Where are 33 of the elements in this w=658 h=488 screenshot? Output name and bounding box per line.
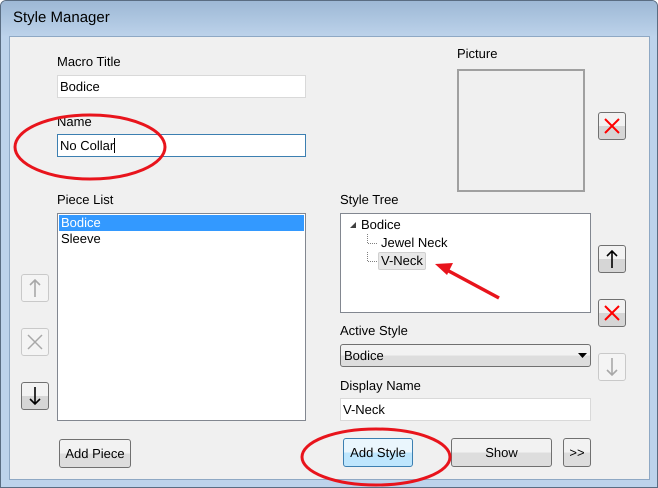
push-button[interactable]: >> [563,438,591,467]
up-arrow-icon [606,249,618,269]
text-field[interactable]: Bodice [57,75,306,98]
text-field[interactable]: No Collar [57,134,306,157]
field-label: Style Tree [340,192,400,208]
down-arrow-icon [606,357,618,377]
move-up-button[interactable] [598,245,626,273]
delete-icon [603,117,621,135]
text-field[interactable]: V-Neck [340,398,591,421]
tree-item[interactable]: V-Neck [378,252,426,270]
dropdown[interactable]: Bodice [340,344,591,367]
field-label: Piece List [57,192,114,208]
delete-icon [603,304,621,322]
down-arrow-icon [29,386,41,406]
field-label: Picture [457,46,498,62]
expanded-triangle-icon[interactable] [349,221,357,229]
field-label: Display Name [340,378,422,394]
list-item[interactable]: Sleeve [59,231,304,247]
clear-picture-button[interactable] [598,112,626,140]
field-label: Macro Title [57,54,122,70]
window-title: Style Manager [13,8,110,28]
move-down-button[interactable] [21,382,49,410]
dropdown-caret-icon [578,353,587,358]
tree-item[interactable]: Bodice [358,216,404,234]
delete-button[interactable] [598,299,626,327]
annotation-arrow [435,263,500,300]
push-button[interactable]: Add Piece [59,439,131,468]
push-button[interactable]: Add Style [343,438,413,467]
tree-item[interactable]: Jewel Neck [378,234,450,252]
field-label: Active Style [340,323,409,339]
up-arrow-icon [29,278,41,298]
delete-icon [26,333,44,351]
push-button[interactable]: Show [451,438,552,467]
